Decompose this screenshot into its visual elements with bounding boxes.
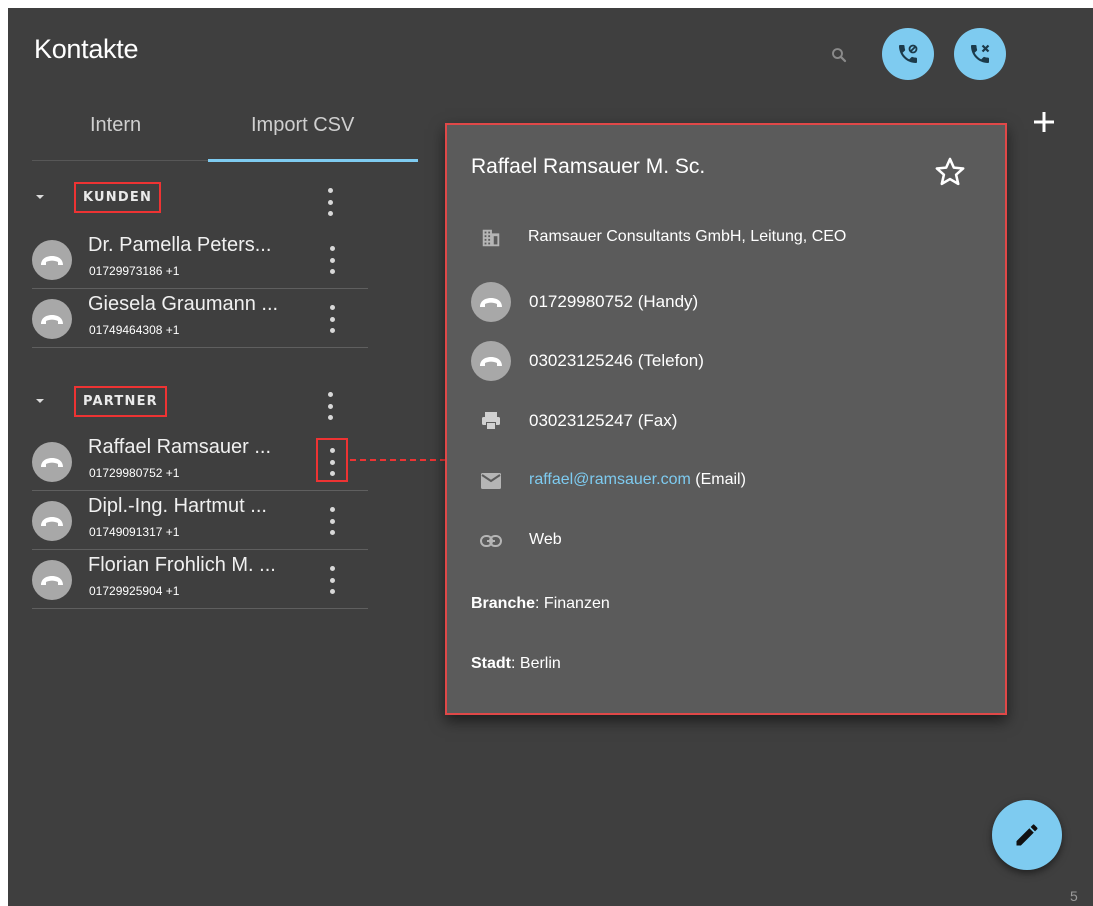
contact-menu-icon[interactable]: [328, 507, 336, 535]
phone-icon: [480, 357, 502, 366]
group-label: PARTNER: [74, 386, 167, 417]
phone-forward-icon: [899, 44, 918, 63]
add-contact-button[interactable]: [1032, 106, 1056, 140]
email-link[interactable]: raffael@ramsauer.com: [529, 471, 691, 488]
contact-phone: 01729973186 +1: [89, 264, 180, 278]
group-header-partner[interactable]: PARTNER: [32, 386, 368, 430]
call-forward-button[interactable]: [882, 28, 934, 80]
phone-icon: [41, 458, 63, 467]
contact-item[interactable]: Giesela Graumann ... 01749464308 +1: [32, 289, 368, 348]
stadt-value: : Berlin: [511, 655, 561, 672]
phone-missed-icon: [971, 44, 990, 63]
email-icon: [481, 473, 501, 489]
phone-icon: [41, 517, 63, 526]
pencil-icon: [1016, 824, 1038, 846]
email-suffix: (Email): [690, 471, 746, 488]
plus-icon: [1034, 112, 1054, 132]
page-number: 5: [1070, 888, 1078, 904]
phone-icon: [480, 298, 502, 307]
stadt-field: Stadt: Berlin: [471, 655, 561, 673]
contact-menu-icon[interactable]: [328, 305, 336, 333]
contact-phone: 01729980752 +1: [89, 466, 180, 480]
company-text: Ramsauer Consultants GmbH, Leitung, CEO: [528, 228, 847, 245]
contact-phone: 01749464308 +1: [89, 323, 180, 337]
edit-fab-button[interactable]: [992, 800, 1062, 870]
call-phone-button[interactable]: [471, 341, 511, 381]
phone-row[interactable]: 03023125246 (Telefon): [471, 341, 991, 381]
fax-row: 03023125247 (Fax): [471, 401, 991, 441]
web-link[interactable]: Web: [529, 531, 562, 549]
contact-name: Florian Frohlich M. ...: [88, 554, 276, 576]
tab-intern[interactable]: Intern: [90, 114, 141, 137]
contact-menu-icon[interactable]: [328, 246, 336, 274]
company-row: Ramsauer Consultants GmbH, Leitung, CEO: [471, 218, 991, 258]
group-label: KUNDEN: [74, 182, 162, 213]
contact-phone: 01749091317 +1: [89, 525, 180, 539]
email-row[interactable]: raffael@ramsauer.com (Email): [471, 461, 991, 501]
group-header-kunden[interactable]: KUNDEN: [32, 182, 368, 226]
tab-import-csv[interactable]: Import CSV: [251, 114, 354, 137]
collapse-caret-icon[interactable]: [36, 399, 44, 403]
phone-avatar[interactable]: [32, 442, 72, 482]
contact-menu-icon[interactable]: [328, 566, 336, 594]
mobile-row[interactable]: 01729980752 (Handy): [471, 282, 991, 322]
page-title: Kontakte: [34, 34, 139, 64]
group-menu-icon[interactable]: [326, 188, 334, 216]
missed-calls-button[interactable]: [954, 28, 1006, 80]
active-tab-indicator: [208, 159, 418, 162]
contact-item[interactable]: Florian Frohlich M. ... 01729925904 +1: [32, 550, 368, 609]
phone-number: 03023125246 (Telefon): [529, 351, 704, 370]
email-text: raffael@ramsauer.com (Email): [529, 471, 746, 489]
phone-avatar[interactable]: [32, 240, 72, 280]
fax-number: 03023125247 (Fax): [529, 411, 678, 430]
contact-name: Dipl.-Ing. Hartmut ...: [88, 495, 267, 517]
contacts-app: Kontakte Intern Import CSV KUNDEN Dr. Pa…: [8, 8, 1093, 906]
stadt-label: Stadt: [471, 655, 511, 672]
mobile-number: 01729980752 (Handy): [529, 292, 699, 311]
phone-avatar[interactable]: [32, 501, 72, 541]
collapse-caret-icon[interactable]: [36, 195, 44, 199]
branche-value: : Finanzen: [535, 595, 610, 612]
phone-avatar[interactable]: [32, 299, 72, 339]
contact-name: Dr. Pamella Peters...: [88, 234, 272, 256]
group-menu-icon[interactable]: [326, 392, 334, 420]
star-icon[interactable]: [933, 155, 967, 189]
contact-item[interactable]: Dipl.-Ing. Hartmut ... 01749091317 +1: [32, 491, 368, 550]
printer-icon: [482, 412, 500, 430]
contact-item[interactable]: Dr. Pamella Peters... 01729973186 +1: [32, 230, 368, 289]
contact-name: Raffael Ramsauer ...: [88, 436, 272, 458]
building-icon: [482, 229, 500, 247]
phone-icon: [41, 576, 63, 585]
phone-avatar[interactable]: [32, 560, 72, 600]
search-icon[interactable]: [830, 46, 848, 64]
branche-label: Branche: [471, 595, 536, 612]
contact-detail-card: Raffael Ramsauer M. Sc. Ramsauer Consult…: [445, 123, 1007, 715]
contact-phone: 01729925904 +1: [89, 584, 180, 598]
phone-icon: [41, 256, 63, 265]
call-mobile-button[interactable]: [471, 282, 511, 322]
branche-field: Branche: Finanzen: [471, 595, 610, 613]
phone-icon: [41, 315, 63, 324]
web-row[interactable]: Web: [471, 521, 991, 561]
tab-bar: Intern Import CSV: [32, 102, 472, 162]
link-icon: [480, 535, 502, 547]
detail-name: Raffael Ramsauer M. Sc.: [471, 155, 706, 178]
callout-connector: [350, 459, 446, 461]
highlight-box: [316, 438, 348, 482]
contact-name: Giesela Graumann ...: [88, 293, 279, 315]
